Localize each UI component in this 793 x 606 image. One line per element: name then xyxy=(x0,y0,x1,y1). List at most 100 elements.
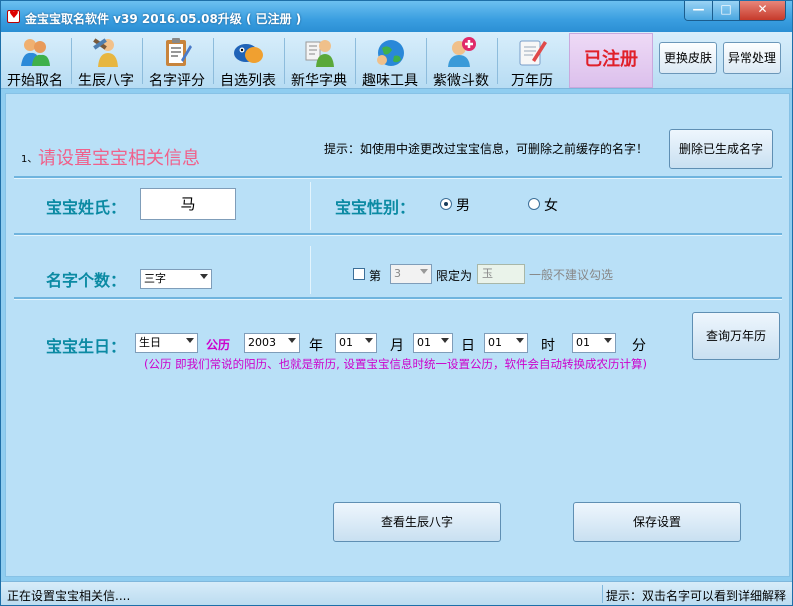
name-count-label: 名字个数： xyxy=(46,271,127,290)
exception-handling-button[interactable]: 异常处理 xyxy=(723,42,781,74)
view-bazi-button[interactable]: 查看生辰八字 xyxy=(333,502,501,542)
minute-value: 01 xyxy=(576,336,590,349)
status-divider xyxy=(602,585,603,603)
clipboard-icon xyxy=(161,36,193,68)
toolbar-label: 紫微斗数 xyxy=(433,73,489,89)
divider xyxy=(14,176,782,179)
dropdown-arrow-icon xyxy=(420,269,428,274)
status-bar: 正在设置宝宝相关信.... 提示：双击名字可以看到详细解释 xyxy=(1,581,792,605)
toolbar-divider xyxy=(142,38,143,84)
hour-value: 01 xyxy=(488,336,502,349)
tools-person-icon xyxy=(90,36,122,68)
calendar-type-label: 公历 xyxy=(206,338,231,352)
query-calendar-button[interactable]: 查询万年历 xyxy=(692,312,780,360)
toolbar-divider xyxy=(71,38,72,84)
toolbar-divider xyxy=(497,38,498,84)
cache-hint: 提示：如使用中途更改过宝宝信息，可删除之前缓存的名字！ xyxy=(324,142,649,156)
day-value: 01 xyxy=(417,336,431,349)
divider xyxy=(310,182,311,230)
day-select[interactable]: 01 xyxy=(413,333,453,353)
toolbar-label: 万年历 xyxy=(511,73,553,89)
fish-icon xyxy=(232,36,264,68)
maximize-button[interactable]: □ xyxy=(712,1,739,20)
toolbar-name-score[interactable]: 名字评分 xyxy=(146,34,208,89)
toolbar-fun-tools[interactable]: 趣味工具 xyxy=(359,34,421,89)
globe-icon xyxy=(374,36,406,68)
gender-male-radio[interactable] xyxy=(440,198,452,210)
minute-select[interactable]: 01 xyxy=(572,333,616,353)
gender-male-label: 男 xyxy=(456,198,470,214)
position-value: 3 xyxy=(394,267,401,280)
toolbar-custom-list[interactable]: 自选列表 xyxy=(217,34,279,89)
fixed-position-checkbox[interactable] xyxy=(353,268,365,280)
gender-female-radio[interactable] xyxy=(528,198,540,210)
toolbar-divider xyxy=(426,38,427,84)
toolbar-label: 新华字典 xyxy=(291,73,347,89)
year-value: 2003 xyxy=(248,336,276,349)
notebook-pen-icon xyxy=(516,36,548,68)
main-toolbar: 开始取名 生辰八字 名字评分 自选列表 新华字典 趣味工具 紫微斗数 万年历 已… xyxy=(1,32,792,89)
registered-badge: 已注册 xyxy=(569,33,653,88)
save-settings-button[interactable]: 保存设置 xyxy=(573,502,741,542)
reader-icon xyxy=(303,36,335,68)
year-select[interactable]: 2003 xyxy=(244,333,300,353)
position-select[interactable]: 3 xyxy=(390,264,432,284)
dropdown-arrow-icon xyxy=(441,338,449,343)
calendar-note: (公历 即我们常说的阳历、也就是新历, 设置宝宝信息时统一设置公历，软件会自动转… xyxy=(144,357,647,371)
surname-input[interactable]: 马 xyxy=(140,188,236,220)
minimize-button[interactable]: — xyxy=(685,1,712,20)
limit-char-input[interactable]: 玉 xyxy=(477,264,525,284)
window-title: 金宝宝取名软件 v39 2016.05.08升级 ( 已注册 ) xyxy=(25,12,302,26)
birthday-type-value: 生日 xyxy=(139,336,161,349)
month-select[interactable]: 01 xyxy=(335,333,377,353)
toolbar-divider xyxy=(284,38,285,84)
toolbar-label: 趣味工具 xyxy=(362,73,418,89)
minute-unit: 分 xyxy=(632,338,646,354)
dropdown-arrow-icon xyxy=(516,338,524,343)
medic-icon xyxy=(445,36,477,68)
year-unit: 年 xyxy=(309,338,323,354)
toolbar-dictionary[interactable]: 新华字典 xyxy=(288,34,350,89)
surname-label: 宝宝姓氏： xyxy=(46,198,127,217)
day-unit: 日 xyxy=(461,338,475,354)
name-count-value: 三字 xyxy=(144,272,166,285)
gender-label: 宝宝性别： xyxy=(335,198,416,217)
month-value: 01 xyxy=(339,336,353,349)
step-title: 请设置宝宝相关信息 xyxy=(38,148,200,169)
people-icon xyxy=(19,36,51,68)
name-count-select[interactable]: 三字 xyxy=(140,269,212,289)
app-heart-icon xyxy=(7,8,20,23)
hour-select[interactable]: 01 xyxy=(484,333,528,353)
main-window: 金宝宝取名软件 v39 2016.05.08升级 ( 已注册 ) — □ ✕ 开… xyxy=(0,0,793,606)
toolbar-start-naming[interactable]: 开始取名 xyxy=(4,34,66,89)
month-unit: 月 xyxy=(390,338,404,354)
birthday-type-select[interactable]: 生日 xyxy=(135,333,198,353)
dropdown-arrow-icon xyxy=(288,338,296,343)
toolbar-divider xyxy=(213,38,214,84)
toolbar-ziwei[interactable]: 紫微斗数 xyxy=(430,34,492,89)
delete-generated-names-button[interactable]: 删除已生成名字 xyxy=(669,129,773,169)
dropdown-arrow-icon xyxy=(186,338,194,343)
divider xyxy=(14,297,782,300)
toolbar-label: 开始取名 xyxy=(7,73,63,89)
step-number: 1、 xyxy=(21,154,38,165)
gender-female-label: 女 xyxy=(544,198,558,214)
status-message: 正在设置宝宝相关信.... xyxy=(7,589,131,603)
not-recommended-note: 一般不建议勾选 xyxy=(529,268,614,282)
limit-label: 限定为 xyxy=(436,269,473,283)
toolbar-calendar[interactable]: 万年历 xyxy=(501,34,563,89)
dropdown-arrow-icon xyxy=(365,338,373,343)
change-skin-button[interactable]: 更换皮肤 xyxy=(659,42,717,74)
dropdown-arrow-icon xyxy=(200,274,208,279)
dropdown-arrow-icon xyxy=(604,338,612,343)
toolbar-label: 名字评分 xyxy=(149,73,205,89)
close-button[interactable]: ✕ xyxy=(739,1,785,20)
divider xyxy=(310,246,311,294)
toolbar-divider xyxy=(355,38,356,84)
settings-panel: 1、 请设置宝宝相关信息 提示：如使用中途更改过宝宝信息，可删除之前缓存的名字！… xyxy=(5,93,790,577)
toolbar-bazi[interactable]: 生辰八字 xyxy=(75,34,137,89)
window-controls: — □ ✕ xyxy=(684,1,786,21)
divider xyxy=(14,233,782,236)
hour-unit: 时 xyxy=(541,338,555,354)
title-bar[interactable]: 金宝宝取名软件 v39 2016.05.08升级 ( 已注册 ) — □ ✕ xyxy=(1,1,792,32)
